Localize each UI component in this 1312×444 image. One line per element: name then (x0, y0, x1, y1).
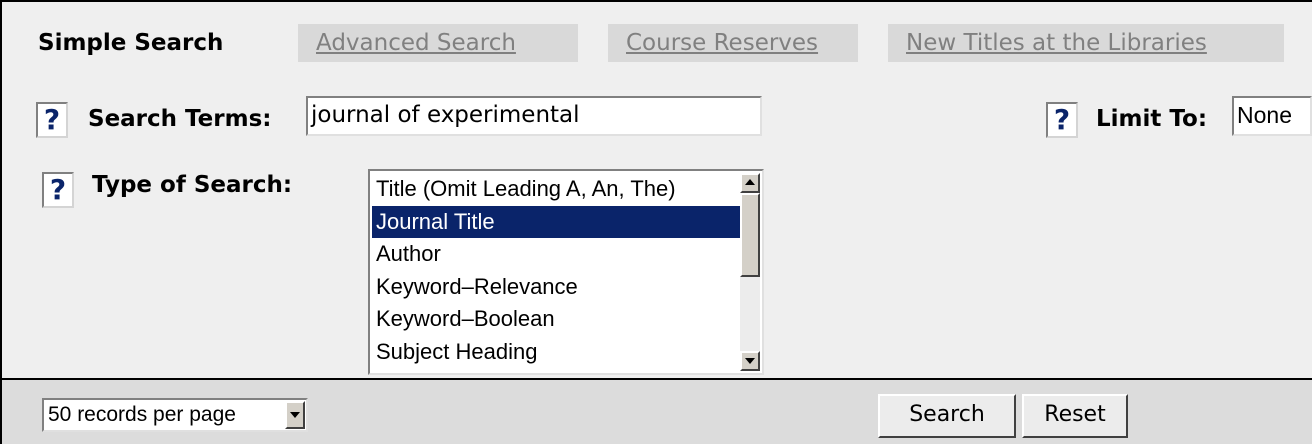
search-terms-label: Search Terms: (88, 106, 272, 132)
type-of-search-label: Type of Search: (92, 172, 293, 198)
arrow-down-icon (745, 358, 755, 364)
tab-course-reserves[interactable]: Course Reserves (608, 24, 858, 62)
limit-to-label: Limit To: (1096, 106, 1208, 132)
search-footer: 50 records per page Search Reset (2, 378, 1312, 444)
arrow-up-icon (745, 179, 755, 185)
type-of-search-listbox[interactable]: Title (Omit Leading A, An, The) Journal T… (368, 169, 764, 375)
chevron-down-icon (290, 412, 300, 418)
search-panel: Simple Search Advanced Search Course Res… (2, 2, 1312, 442)
search-type-option[interactable]: Subject Heading (372, 336, 742, 369)
help-limit-to-icon[interactable]: ? (1046, 102, 1078, 138)
search-type-option[interactable]: Keyword–Boolean (372, 303, 742, 336)
search-type-option[interactable]: Author (372, 238, 742, 271)
help-search-terms-icon[interactable]: ? (36, 102, 68, 138)
records-per-page-value: 50 records per page (48, 403, 236, 426)
dropdown-button[interactable] (285, 401, 305, 429)
scroll-up-button[interactable] (740, 173, 760, 193)
tab-new-titles[interactable]: New Titles at the Libraries (888, 24, 1284, 62)
search-type-option[interactable]: Keyword–Relevance (372, 271, 742, 304)
tab-advanced-search[interactable]: Advanced Search (298, 24, 578, 62)
search-terms-input[interactable]: journal of experimental (306, 96, 762, 136)
scrollbar-thumb[interactable] (740, 193, 760, 277)
records-per-page-select[interactable]: 50 records per page (42, 398, 308, 432)
listbox-scrollbar[interactable] (740, 173, 760, 371)
limit-to-select[interactable]: None (1232, 96, 1312, 136)
tab-simple-search[interactable]: Simple Search (38, 24, 274, 62)
search-type-option[interactable]: Title (Omit Leading A, An, The) (372, 173, 742, 206)
reset-button[interactable]: Reset (1022, 394, 1128, 438)
search-type-option[interactable]: Journal Title (372, 205, 742, 238)
scroll-down-button[interactable] (740, 351, 760, 371)
help-type-of-search-icon[interactable]: ? (42, 172, 74, 208)
search-button[interactable]: Search (878, 394, 1016, 438)
